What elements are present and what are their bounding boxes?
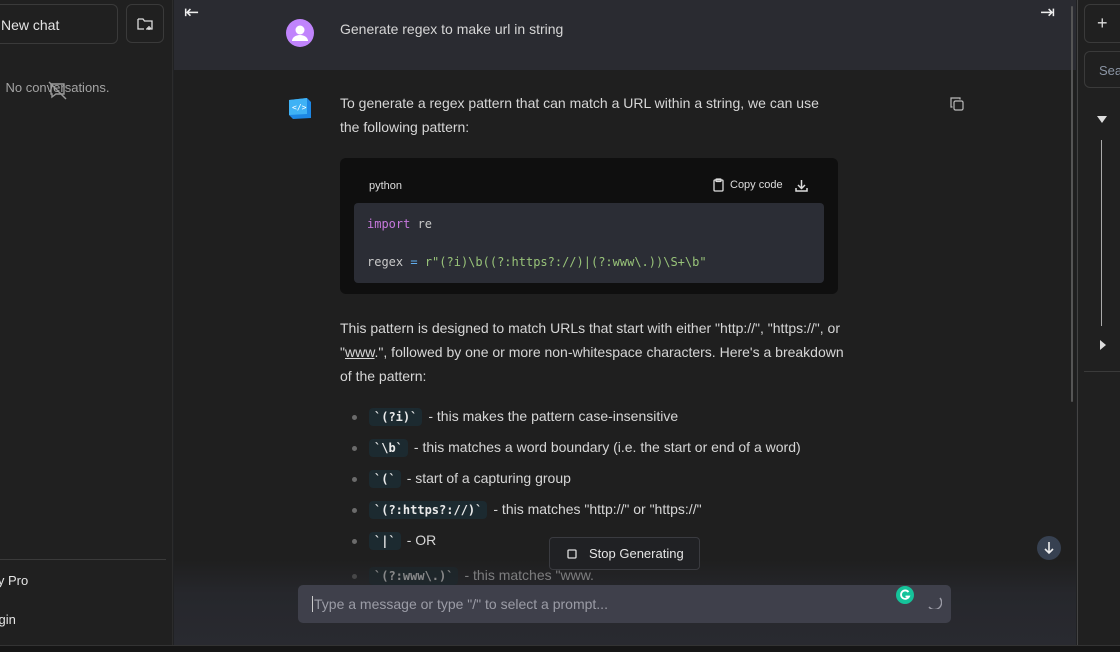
list-item: `|` - OR [352, 532, 437, 550]
list-item: `\b` - this matches a word boundary (i.e.… [352, 439, 801, 457]
www-link[interactable]: www [345, 344, 375, 360]
search-prompts-input[interactable]: Search [1084, 51, 1120, 88]
list-item: `(?:https?://)` - this matches "http://" … [352, 501, 702, 519]
inline-code: `(?i)` [369, 408, 423, 426]
text: - this matches "http://" or "https://" [493, 501, 702, 517]
assistant-code-icon: </> [289, 98, 311, 119]
sidebar-item-login[interactable]: Login [0, 612, 16, 627]
clipboard-icon [713, 178, 724, 192]
sidebar: New chat No conversations. Buy Pro Login [0, 0, 173, 645]
inline-code: `(` [369, 470, 401, 488]
sidebar-item-buy-pro[interactable]: Buy Pro [0, 573, 28, 588]
assistant-intro: To generate a regex pattern that can mat… [340, 95, 819, 135]
copy-code-label: Copy code [730, 179, 783, 191]
scrollbar[interactable] [1071, 6, 1073, 402]
tree-line [1101, 140, 1102, 326]
user-avatar [286, 19, 314, 47]
code-content: import re regex = r"(?i)\b((?:https?://)… [354, 203, 824, 283]
copy-code-button[interactable]: Copy code [713, 178, 808, 192]
list-item: `(` - start of a capturing group [352, 470, 571, 488]
list-item: `(?i)` - this makes the pattern case-inse… [352, 408, 679, 426]
text: - this makes the pattern case-insensitiv… [428, 408, 679, 424]
stop-label: Stop Generating [589, 546, 684, 561]
scroll-down-button[interactable] [1037, 536, 1061, 560]
input-placeholder: Type a message or type "/" to select a p… [312, 596, 608, 612]
grammarly-icon[interactable] [896, 586, 914, 604]
text: - OR [406, 532, 437, 548]
new-folder-button[interactable] [126, 4, 164, 43]
code-text: re [410, 217, 433, 231]
divider [1084, 371, 1120, 372]
collapse-left-sidebar-icon[interactable]: ⇤ [184, 2, 199, 23]
inline-code: `(?:www\.)` [369, 567, 459, 585]
label: Login [0, 612, 16, 627]
code-language: python [369, 180, 403, 192]
text: - start of a capturing group [406, 470, 571, 486]
new-prompt-button[interactable]: + [1084, 4, 1120, 43]
loading-spinner-icon [928, 597, 942, 609]
inline-code: `\b` [369, 439, 408, 457]
empty-conversations-text: No conversations. [5, 80, 110, 95]
caret-right-icon[interactable] [1100, 340, 1106, 350]
text: - this matches a word boundary (i.e. the… [413, 439, 801, 455]
text: .", followed by one or more non-whitespa… [340, 344, 844, 384]
code-text: regex [367, 255, 411, 269]
stop-icon [567, 548, 577, 559]
caret-down-icon[interactable] [1097, 116, 1107, 123]
user-message: Generate regex to make url in string [340, 21, 564, 37]
inline-code: `|` [369, 532, 401, 550]
code-block: python Copy code import re regex = r"(?i… [340, 158, 838, 294]
code-line: regex = r"(?i)\b((?:https?://)|(?:www\.)… [367, 255, 811, 269]
inline-code: `(?:https?://)` [369, 501, 488, 519]
code-keyword: import [367, 217, 411, 231]
message-input[interactable]: Type a message or type "/" to select a p… [298, 585, 951, 623]
stop-generating-button[interactable]: Stop Generating [549, 537, 700, 570]
copy-message-icon[interactable] [950, 97, 964, 111]
svg-text:</>: </> [292, 103, 307, 112]
folder-plus-icon [137, 17, 153, 30]
right-sidebar: + Search [1077, 0, 1120, 645]
collapse-right-sidebar-icon[interactable]: ⇥ [1040, 2, 1055, 23]
new-chat-button[interactable]: New chat [0, 4, 118, 44]
code-operator: = [410, 255, 418, 269]
label: Buy Pro [0, 573, 29, 588]
code-string: r"(?i)\b((?:https?://)|(?:www\.))\S+\b" [417, 255, 707, 269]
explanation-paragraph: This pattern is designed to match URLs t… [340, 316, 845, 388]
code-line: import re [367, 217, 811, 231]
bottom-bar [0, 645, 1120, 652]
download-icon[interactable] [794, 179, 808, 192]
divider [0, 559, 166, 560]
